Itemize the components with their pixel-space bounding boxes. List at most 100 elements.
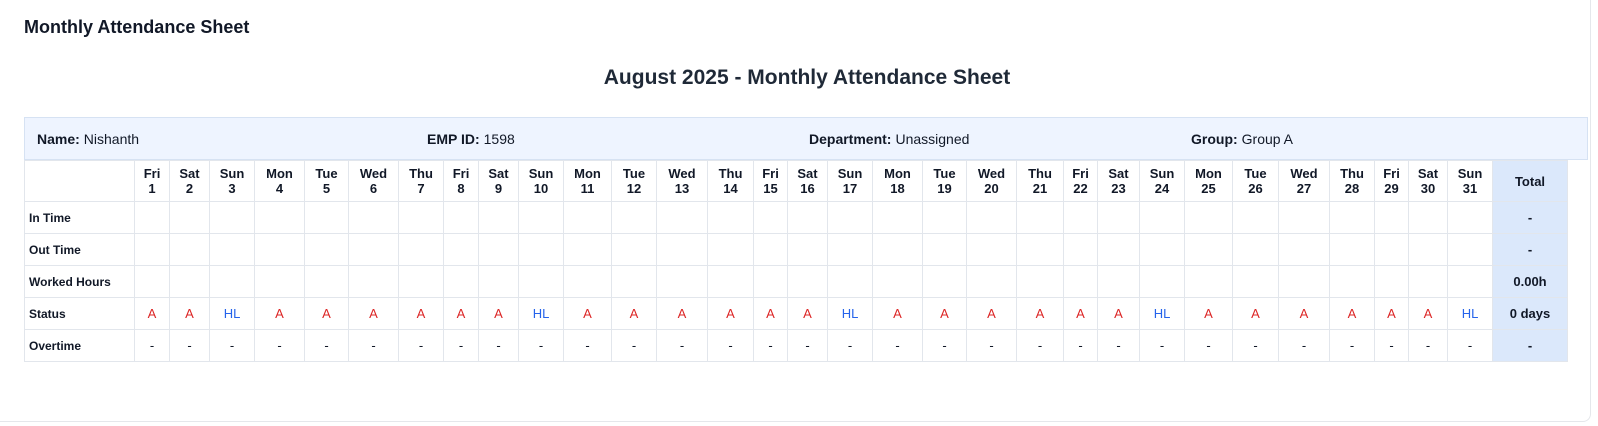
worked-hours-cell	[134, 265, 170, 298]
in-time-cell	[348, 201, 399, 234]
worked-hours-cell	[1278, 265, 1330, 298]
in-time-cell	[1016, 201, 1064, 234]
in-time-cell	[753, 201, 788, 234]
employee-department-label: Department:	[809, 130, 892, 147]
worked-hours-cell	[348, 265, 399, 298]
out-time-cell	[443, 233, 479, 266]
overtime-cell: -	[1329, 329, 1375, 362]
day-header: Sun 3	[209, 160, 255, 202]
status-cell: A	[443, 297, 479, 330]
worked-hours-cell	[443, 265, 479, 298]
day-header: Sun 10	[518, 160, 564, 202]
attendance-table: Fri 1 Sat 2 Sun 3 Mon 4 Tue 5 Wed 6 Thu 7 Fri 8 Sat 9 Sun 1…	[24, 160, 1568, 362]
in-time-cell	[1329, 201, 1375, 234]
status-cell: HL	[518, 297, 564, 330]
overtime-cell: -	[753, 329, 788, 362]
worked-hours-cell	[1447, 265, 1493, 298]
day-date: 29	[1384, 181, 1399, 196]
in-time-cell	[1447, 201, 1493, 234]
day-of-week: Tue	[933, 166, 956, 181]
day-header: Mon 18	[872, 160, 923, 202]
worked-hours-cell	[656, 265, 708, 298]
worked-hours-cell	[304, 265, 349, 298]
out-time-cell	[1408, 233, 1448, 266]
day-of-week: Tue	[1244, 166, 1267, 181]
row-label: Overtime	[24, 329, 135, 362]
employee-group-label: Group:	[1191, 130, 1238, 147]
day-date: 26	[1248, 181, 1263, 196]
header-corner	[24, 160, 135, 202]
status-cell: A	[1278, 297, 1330, 330]
day-of-week: Sat	[179, 166, 200, 181]
day-date: 31	[1462, 181, 1478, 196]
in-time-cell	[478, 201, 519, 234]
day-of-week: Tue	[315, 166, 338, 181]
day-header: Sat 30	[1408, 160, 1448, 202]
status-cell: A	[1063, 297, 1098, 330]
attendance-card: Monthly Attendance Sheet August 2025 - M…	[0, 0, 1591, 422]
status-cell: A	[787, 297, 828, 330]
overtime-cell: -	[787, 329, 828, 362]
overtime-cell: -	[169, 329, 210, 362]
in-time-cell	[518, 201, 564, 234]
overtime-cell: -	[304, 329, 349, 362]
employee-id-label: EMP ID:	[427, 130, 480, 147]
day-header: Sat 16	[787, 160, 828, 202]
overtime-cell: -	[209, 329, 255, 362]
day-of-week: Tue	[622, 166, 646, 181]
day-date: 10	[533, 181, 549, 196]
in-time-cell	[1139, 201, 1185, 234]
overtime-cell: -	[922, 329, 967, 362]
employee-department: Department: Unassigned	[797, 131, 1179, 147]
status-cell: A	[254, 297, 305, 330]
day-date: 21	[1032, 181, 1048, 196]
worked-hours-cell	[966, 265, 1017, 298]
status-cell: HL	[209, 297, 255, 330]
in-time-cell	[1097, 201, 1140, 234]
day-of-week: Sat	[1417, 166, 1439, 181]
day-header: Tue 5	[304, 160, 349, 202]
out-time-cell	[707, 233, 754, 266]
out-time-cell	[1139, 233, 1185, 266]
worked-hours-cell	[1232, 265, 1279, 298]
in-time-cell	[922, 201, 967, 234]
overtime-cell: -	[966, 329, 1017, 362]
day-of-week: Wed	[668, 166, 696, 181]
worked-hours-cell	[1016, 265, 1064, 298]
worked-hours-cell	[518, 265, 564, 298]
row-label: Out Time	[24, 233, 135, 266]
row-total: -	[1492, 201, 1568, 234]
out-time-cell	[169, 233, 210, 266]
day-date: 25	[1201, 181, 1216, 196]
day-date: 24	[1154, 181, 1170, 196]
day-date: 15	[763, 181, 778, 196]
in-time-cell	[1232, 201, 1279, 234]
out-time-cell	[348, 233, 399, 266]
out-time-cell	[1278, 233, 1330, 266]
employee-group-value: Group A	[1241, 130, 1294, 147]
overtime-cell: -	[518, 329, 564, 362]
day-header: Tue 19	[922, 160, 967, 202]
day-date: 13	[674, 181, 690, 196]
worked-hours-cell	[563, 265, 612, 298]
out-time-cell	[134, 233, 170, 266]
status-cell: A	[1016, 297, 1064, 330]
day-date: 18	[890, 181, 905, 196]
in-time-cell	[707, 201, 754, 234]
in-time-cell	[169, 201, 210, 234]
worked-hours-cell	[1329, 265, 1375, 298]
day-of-week: Mon	[266, 166, 293, 181]
in-time-cell	[304, 201, 349, 234]
day-of-week: Sat	[797, 166, 818, 181]
day-of-week: Mon	[1195, 166, 1222, 181]
sheet-title: August 2025 - Monthly Attendance Sheet	[603, 66, 1011, 89]
overtime-cell: -	[656, 329, 708, 362]
day-date: 27	[1296, 181, 1312, 196]
overtime-cell: -	[1063, 329, 1098, 362]
day-date: 30	[1420, 181, 1436, 196]
day-header: Mon 4	[254, 160, 305, 202]
table-row-worked-hours: Worked Hours 0.00h	[24, 265, 1568, 298]
row-total: -	[1492, 233, 1568, 266]
out-time-cell	[398, 233, 444, 266]
day-of-week: Sat	[1108, 166, 1129, 181]
